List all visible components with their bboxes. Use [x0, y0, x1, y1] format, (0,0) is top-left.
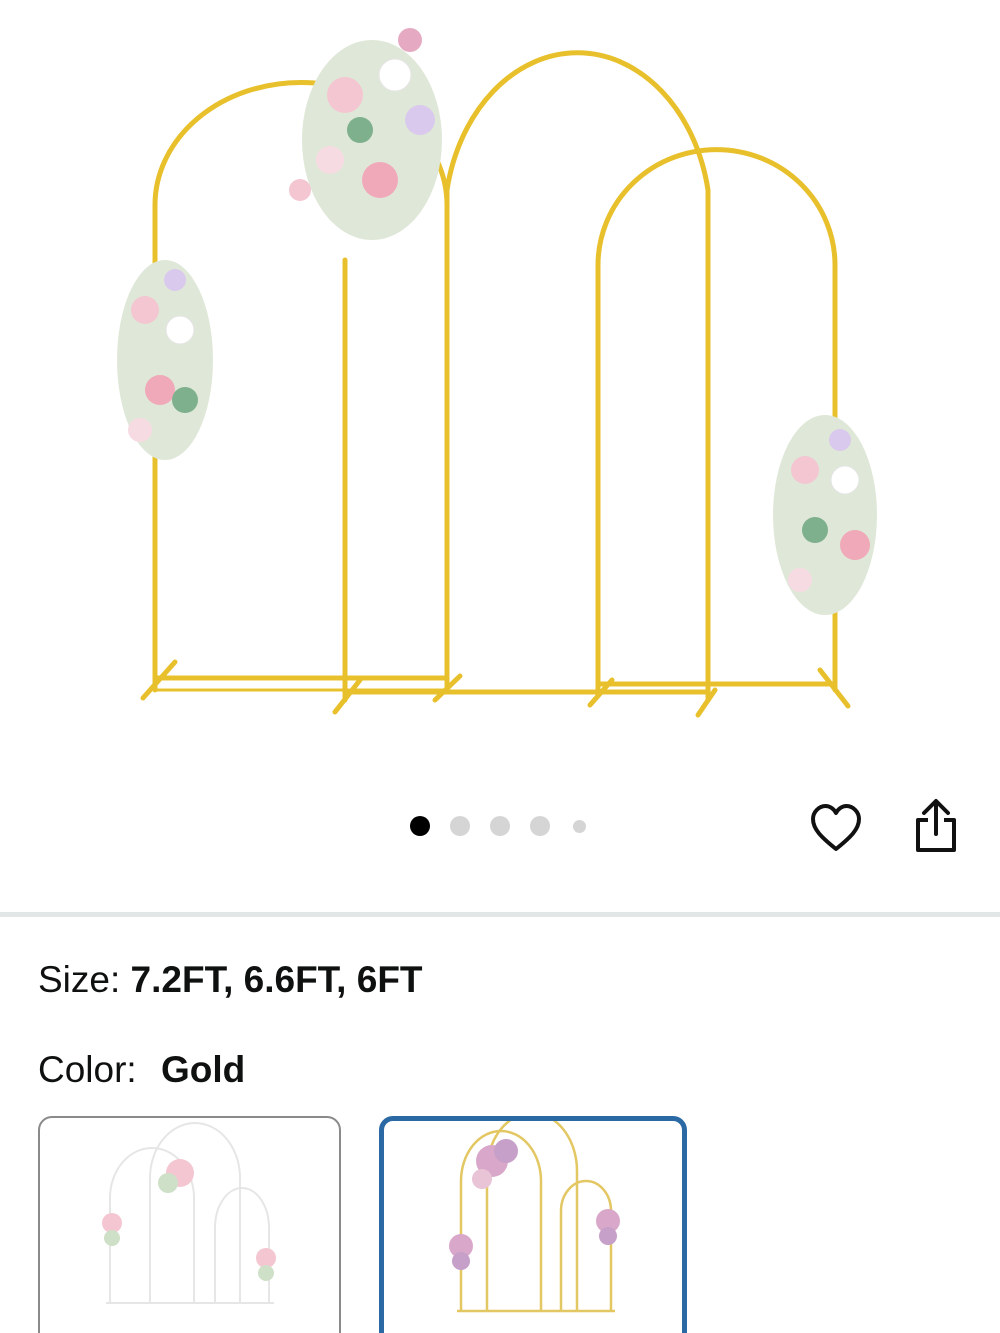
section-divider [0, 912, 1000, 917]
color-label: Color: [38, 1049, 137, 1090]
color-option-white[interactable] [38, 1116, 341, 1333]
color-value: Gold [160, 1049, 246, 1090]
carousel-dot-1[interactable] [410, 816, 430, 836]
share-icon [916, 799, 956, 852]
flower-bunch-top [289, 28, 442, 240]
wishlist-button[interactable] [806, 798, 866, 858]
size-row: Size: 7.2FT, 6.6FT, 6FT [38, 958, 423, 1002]
flower-bunch-right [773, 415, 877, 615]
product-image[interactable] [0, 0, 1000, 780]
flower-bunch-left [117, 260, 213, 460]
heart-icon [811, 804, 861, 851]
color-row: Color: Gold [38, 1048, 245, 1092]
white-arch-thumbnail [102, 1122, 276, 1304]
share-button[interactable] [906, 796, 966, 856]
gold-arch-thumbnail [449, 1121, 620, 1313]
carousel-dot-2[interactable] [450, 816, 470, 836]
carousel-dot-4[interactable] [530, 816, 550, 836]
color-option-gold[interactable] [379, 1116, 687, 1333]
carousel-dot-5[interactable] [573, 820, 586, 833]
arch-backdrop-illustration [117, 28, 877, 718]
size-label: Size: [38, 959, 121, 1000]
size-value: 7.2FT, 6.6FT, 6FT [130, 959, 423, 1000]
carousel-dot-3[interactable] [490, 816, 510, 836]
